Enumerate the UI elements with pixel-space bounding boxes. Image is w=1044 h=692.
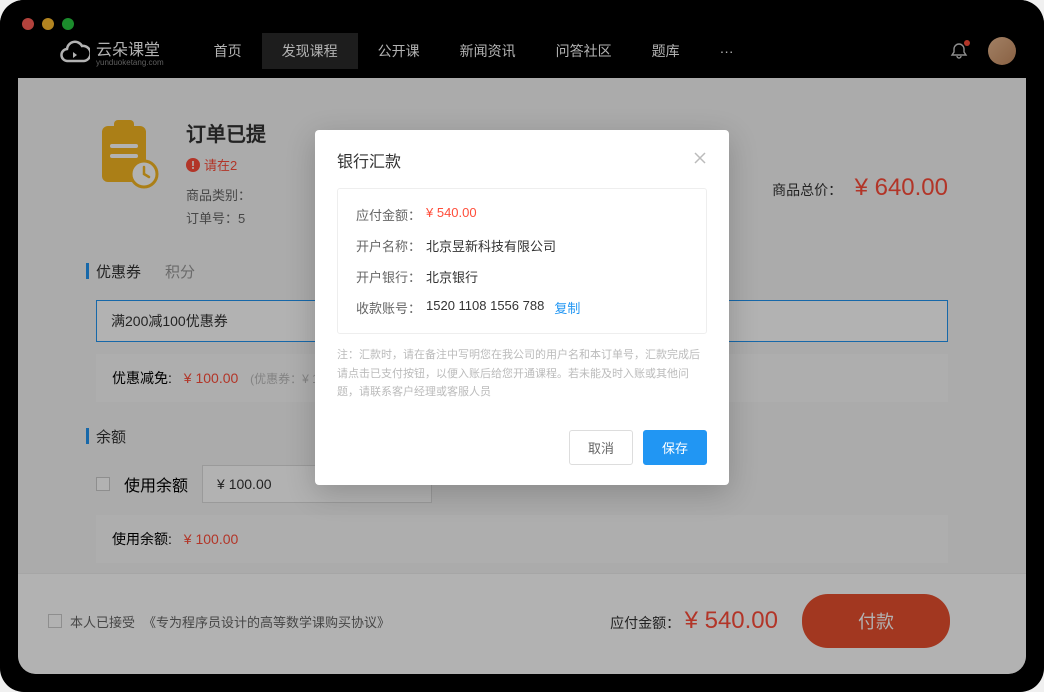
modal-title: 银行汇款 (337, 148, 401, 172)
bank-value: 北京银行 (426, 267, 478, 286)
cancel-button[interactable]: 取消 (569, 430, 633, 465)
modal-note: 注：汇款时，请在备注中写明您在我公司的用户名和本订单号，汇款完成后请点击已支付按… (337, 346, 707, 402)
account-number-label: 收款账号： (356, 298, 426, 317)
account-name-value: 北京昱新科技有限公司 (426, 236, 556, 255)
copy-link[interactable]: 复制 (554, 298, 580, 317)
bank-transfer-modal: 银行汇款 应付金额： ¥ 540.00 开户名称： 北京昱新科技有限公司 (315, 130, 729, 485)
bank-info-box: 应付金额： ¥ 540.00 开户名称： 北京昱新科技有限公司 开户银行： 北京… (337, 188, 707, 334)
account-number-value: 1520 1108 1556 788 (426, 298, 544, 317)
account-name-label: 开户名称： (356, 236, 426, 255)
bank-label: 开户银行： (356, 267, 426, 286)
modal-overlay[interactable]: 银行汇款 应付金额： ¥ 540.00 开户名称： 北京昱新科技有限公司 (0, 0, 1044, 692)
save-button[interactable]: 保存 (643, 430, 707, 465)
amount-label: 应付金额： (356, 205, 426, 224)
close-icon[interactable] (693, 151, 707, 170)
amount-value: ¥ 540.00 (426, 205, 477, 224)
